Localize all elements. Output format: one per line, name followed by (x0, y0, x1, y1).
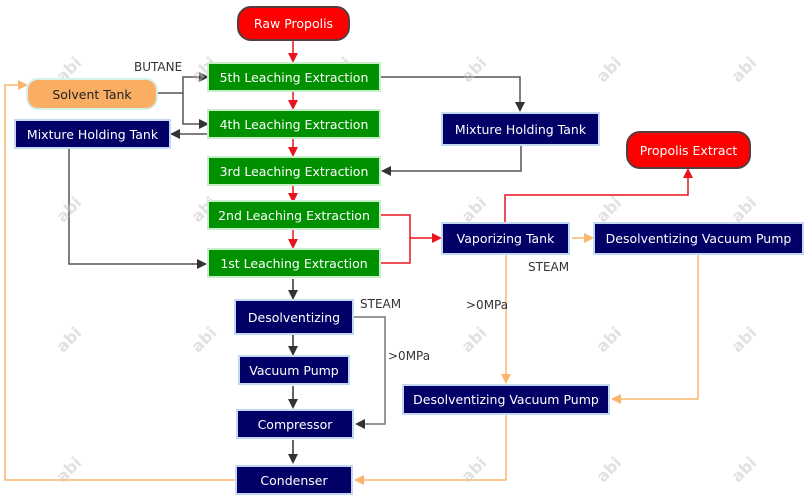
flow-mixture-right-to-3rd (381, 146, 522, 176)
butane-label: BUTANE (134, 60, 183, 74)
steam-label-left: STEAM (360, 297, 402, 311)
flow-desolventizing-steam-to-compressor (353, 316, 386, 429)
leaching-5th-node: 5th Leaching Extraction (207, 62, 381, 92)
leaching-3rd-node: 3rd Leaching Extraction (207, 156, 381, 186)
leaching-4th-node: 4th Leaching Extraction (207, 109, 381, 139)
raw-propolis-node: Raw Propolis (237, 6, 350, 41)
leaching-2nd-node: 2nd Leaching Extraction (207, 200, 381, 230)
condenser-node: Condenser (235, 465, 353, 495)
desolventizing-vacuum-pump-right-node: Desolventizing Vacuum Pump (593, 222, 804, 255)
pressure-label-left: >0MPa (388, 349, 431, 363)
flow-leach-to-vaporizing (380, 214, 440, 264)
flow-right-pump-to-mid-pump (611, 255, 699, 404)
desolventizing-vacuum-pump-mid-node: Desolventizing Vacuum Pump (402, 384, 610, 415)
compressor-node: Compressor (236, 409, 354, 439)
desolventizing-node: Desolventizing (234, 299, 354, 335)
vacuum-pump-node: Vacuum Pump (238, 355, 350, 385)
leaching-1st-node: 1st Leaching Extraction (207, 248, 381, 278)
mixture-holding-tank-right-node: Mixture Holding Tank (441, 112, 600, 146)
solvent-tank-node: Solvent Tank (26, 78, 158, 110)
mixture-holding-tank-left-node: Mixture Holding Tank (14, 119, 171, 149)
vaporizing-tank-node: Vaporizing Tank (441, 222, 570, 255)
flow-5th-to-mixture-right (380, 76, 525, 112)
propolis-extract-node: Propolis Extract (626, 131, 751, 169)
pressure-label-mid: >0MPa (466, 298, 509, 312)
flow-solvent-to-4th (182, 93, 209, 129)
steam-label-right: STEAM (528, 260, 570, 274)
flow-mixture-left-to-1st (68, 148, 207, 269)
